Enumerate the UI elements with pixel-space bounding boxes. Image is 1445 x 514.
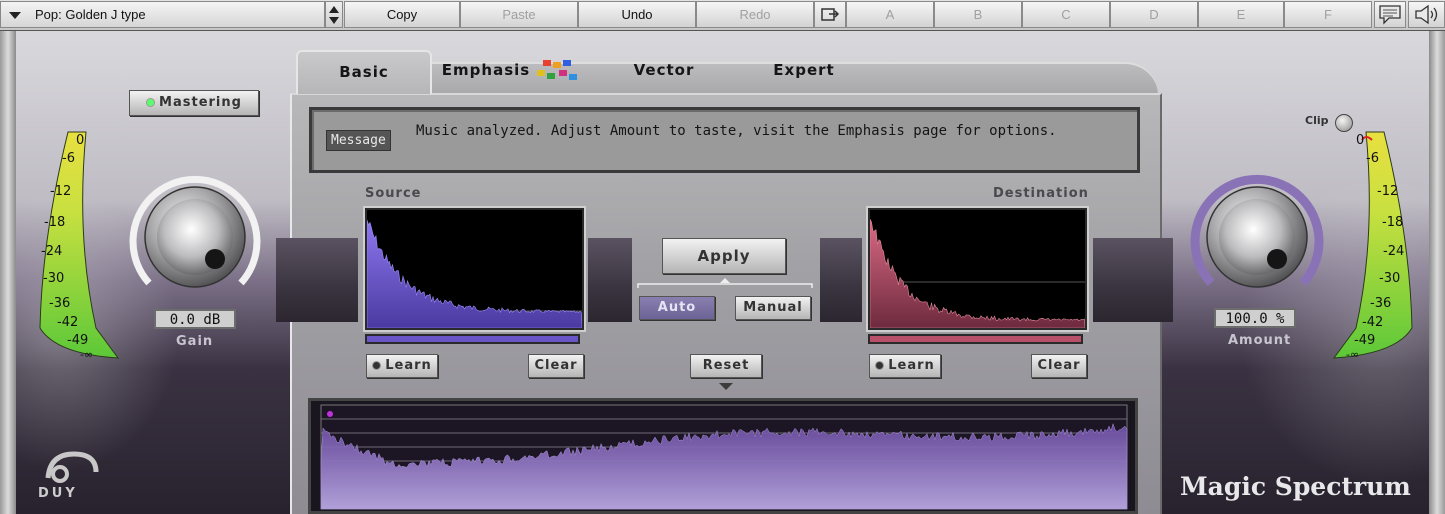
source-learn-label: Learn	[385, 358, 432, 373]
source-learn-button[interactable]: Learn	[366, 354, 438, 378]
destination-level-bar	[868, 334, 1083, 344]
left-meter-tick: -24	[41, 244, 63, 259]
left-meter-tick: -49	[67, 333, 89, 348]
learn-led-icon	[875, 361, 885, 370]
preset-label: Pop: Golden J type	[35, 7, 146, 22]
magic-spectrum-window: Pop: Golden J type Copy Paste Undo Redo …	[0, 0, 1445, 514]
mastering-led-icon	[146, 98, 156, 107]
amount-readout[interactable]: 100.0 %	[1214, 308, 1296, 328]
amount-knob[interactable]	[1188, 168, 1326, 306]
left-meter-tick: -∞	[80, 348, 94, 361]
destination-learn-label: Learn	[888, 358, 935, 373]
right-meter-tick: 0	[1356, 133, 1365, 148]
preset-dropdown[interactable]: Pop: Golden J type	[0, 1, 325, 28]
arrow-up-icon	[329, 6, 339, 13]
left-meter-tick: -42	[57, 315, 79, 330]
right-meter-tick: -18	[1382, 215, 1404, 230]
arrow-down-icon	[329, 17, 339, 24]
left-band	[276, 238, 358, 322]
slot-a-button[interactable]: A	[846, 1, 934, 28]
center-right-band	[820, 238, 862, 322]
comment-icon	[1379, 5, 1401, 25]
spectrum-display	[308, 398, 1138, 514]
slot-b-button[interactable]: B	[934, 1, 1022, 28]
gain-readout[interactable]: 0.0 dB	[154, 309, 236, 329]
slot-c-button[interactable]: C	[1022, 1, 1110, 28]
destination-scope	[868, 208, 1087, 330]
manual-button[interactable]: Manual	[735, 296, 811, 320]
gain-label: Gain	[176, 334, 214, 349]
knob-pointer-icon	[205, 249, 225, 269]
auto-button[interactable]: Auto	[639, 296, 715, 320]
tab-basic[interactable]: Basic	[296, 50, 432, 94]
undo-button[interactable]: Undo	[578, 1, 696, 28]
right-frame	[1429, 31, 1445, 514]
emphasis-color-grid-icon	[537, 60, 577, 80]
redo-button[interactable]: Redo	[696, 1, 814, 28]
mode-bracket	[637, 278, 813, 288]
spectrum-plot	[320, 404, 1128, 510]
source-scope	[365, 208, 584, 330]
comment-button[interactable]	[1374, 1, 1406, 28]
speaker-icon	[1415, 4, 1438, 25]
product-logo-text: Magic Spectrum	[1180, 472, 1411, 501]
source-level-bar	[365, 334, 580, 344]
message-label: Message	[326, 130, 391, 151]
copy-button[interactable]: Copy	[344, 1, 460, 28]
clip-label: Clip	[1305, 114, 1329, 127]
toolbar: Pop: Golden J type Copy Paste Undo Redo …	[0, 0, 1445, 31]
right-meter-tick: -12	[1377, 184, 1399, 199]
speaker-button[interactable]	[1408, 1, 1445, 28]
learn-led-icon	[372, 361, 382, 370]
export-icon	[821, 8, 840, 21]
slot-e-button[interactable]: E	[1198, 1, 1284, 28]
left-meter-tick: -18	[44, 215, 66, 230]
dropdown-arrow-icon	[9, 12, 21, 19]
center-left-band	[588, 238, 632, 322]
left-meter-tick: -36	[49, 296, 71, 311]
source-spectrum-plot	[366, 219, 583, 329]
left-meter-tick: -6	[62, 151, 75, 166]
right-meter-tick: -6	[1366, 151, 1379, 166]
message-box: Message Music analyzed. Adjust Amount to…	[309, 107, 1140, 173]
tab-vector[interactable]: Vector	[620, 50, 708, 94]
source-clear-button[interactable]: Clear	[528, 354, 584, 378]
destination-learn-button[interactable]: Learn	[869, 354, 941, 378]
destination-label: Destination	[993, 186, 1089, 201]
gain-knob[interactable]	[126, 168, 264, 306]
slot-d-button[interactable]: D	[1110, 1, 1198, 28]
right-band	[1093, 238, 1173, 322]
left-meter-tick: 0	[76, 133, 85, 148]
destination-clear-button[interactable]: Clear	[1031, 354, 1087, 378]
mastering-button[interactable]: Mastering	[129, 90, 259, 116]
right-meter-tick: -24	[1383, 244, 1405, 259]
amount-label: Amount	[1228, 333, 1292, 348]
paste-button[interactable]: Paste	[460, 1, 578, 28]
preset-stepper[interactable]	[325, 1, 343, 28]
collapse-arrow-icon[interactable]	[718, 382, 734, 392]
source-label: Source	[365, 186, 422, 201]
mastering-label: Mastering	[159, 95, 242, 110]
left-meter-tick: -30	[43, 271, 65, 286]
left-frame	[0, 31, 16, 514]
duy-logo-icon	[45, 451, 99, 483]
knob-pointer-icon	[1267, 249, 1287, 269]
export-button[interactable]	[814, 1, 846, 28]
right-meter-tick: -36	[1370, 296, 1392, 311]
right-meter-tick: -30	[1379, 271, 1401, 286]
company-logo-text: DUY	[38, 486, 78, 501]
destination-spectrum-plot	[869, 219, 1086, 329]
reset-button[interactable]: Reset	[690, 354, 762, 378]
slot-f-button[interactable]: F	[1284, 1, 1372, 28]
tab-emphasis[interactable]: Emphasis	[440, 50, 532, 94]
right-meter-tick: -42	[1362, 315, 1384, 330]
left-meter-tick: -12	[50, 184, 72, 199]
right-meter-tick: -49	[1354, 333, 1376, 348]
tab-expert[interactable]: Expert	[760, 50, 848, 94]
apply-button[interactable]: Apply	[662, 238, 786, 274]
spectrum-marker-icon[interactable]	[327, 411, 333, 417]
right-meter-tick: -∞	[1346, 348, 1360, 361]
message-text: Music analyzed. Adjust Amount to taste, …	[416, 123, 1057, 139]
